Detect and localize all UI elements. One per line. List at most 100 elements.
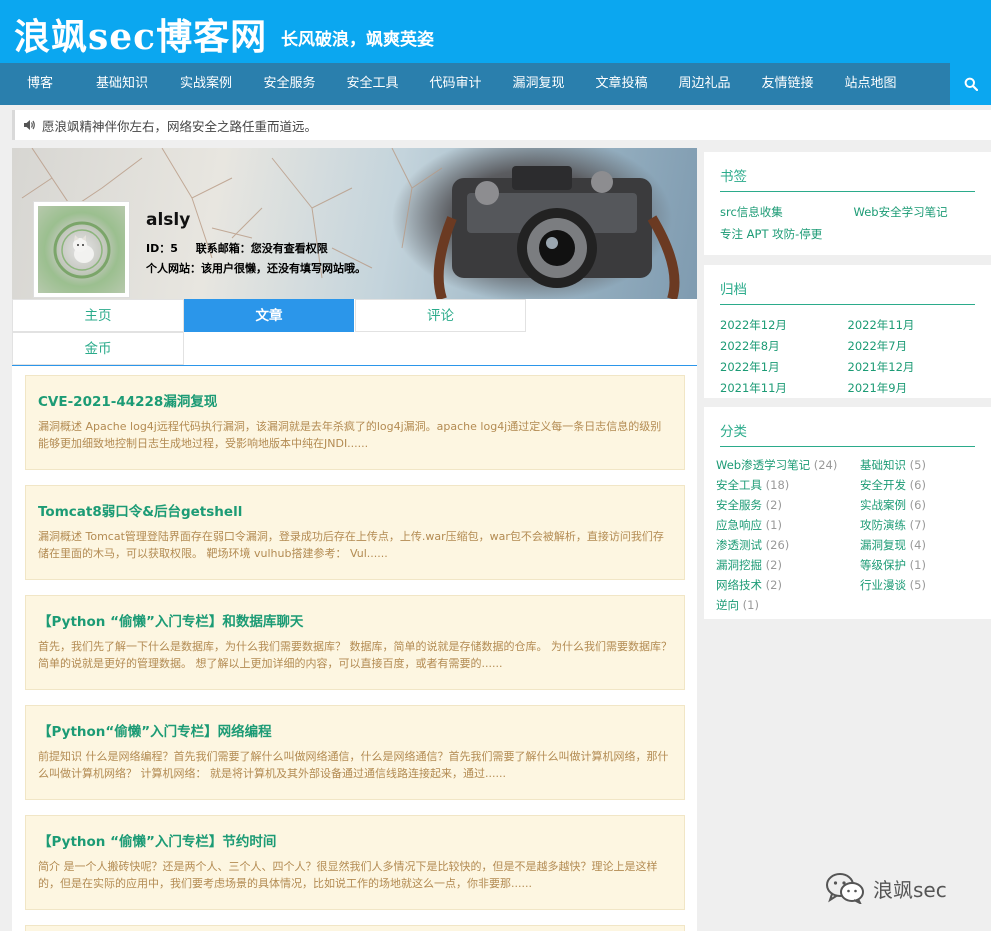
nav-item-tools[interactable]: 安全工具 — [331, 63, 414, 105]
archive-link[interactable]: 2021年12月 — [848, 359, 976, 375]
category-link[interactable]: 行业漫谈 (5) — [860, 577, 975, 593]
tab-articles[interactable]: 文章 — [184, 299, 354, 332]
archive-list: 2022年12月 2022年11月 2022年8月 2022年7月 2022年1… — [720, 317, 975, 396]
post-title[interactable]: 【Python “偷懒”入门专栏】节约时间 — [38, 830, 672, 850]
profile-site-value: 该用户很懒，还没有填写网站哦。 — [201, 262, 366, 275]
category-link[interactable]: 逆向 (1) — [716, 597, 860, 613]
archive-link[interactable]: 2022年8月 — [720, 338, 848, 354]
profile-email-value: 您没有查看权限 — [250, 242, 328, 255]
category-link[interactable]: 等级保护 (1) — [860, 557, 975, 573]
post-title[interactable]: CVE-2021-44228漏洞复现 — [38, 390, 672, 410]
category-name[interactable]: 网络技术 — [716, 578, 762, 592]
tab-coins[interactable]: 金币 — [12, 332, 184, 365]
avatar[interactable] — [33, 201, 130, 298]
post-excerpt: 首先，我们先了解一下什么是数据库，为什么我们需要数据库？ 数据库，简单的说就是存… — [38, 640, 672, 670]
archive-link[interactable]: 2022年11月 — [848, 317, 976, 333]
category-link[interactable]: Web渗透学习笔记 (24) — [716, 457, 860, 473]
category-count: (1) — [909, 558, 926, 572]
bookmarks-widget: 书签 src信息收集 Web安全学习笔记 专注 APT 攻防-停更 — [704, 152, 991, 255]
category-link[interactable]: 安全服务 (2) — [716, 497, 860, 513]
nav-item-services[interactable]: 安全服务 — [248, 63, 331, 105]
bookmark-link[interactable]: src信息收集 — [720, 204, 848, 220]
nav-item-sitemap[interactable]: 站点地图 — [829, 63, 912, 105]
category-link[interactable]: 应急响应 (1) — [716, 517, 860, 533]
archive-link[interactable]: 2022年7月 — [848, 338, 976, 354]
category-link[interactable]: 安全工具 (18) — [716, 477, 860, 493]
category-name[interactable]: 漏洞挖掘 — [716, 558, 762, 572]
category-count: (1) — [742, 598, 759, 612]
post-excerpt: 漏洞概述 Apache log4j远程代码执行漏洞，该漏洞就是去年杀疯了的log… — [38, 420, 662, 450]
category-count: (2) — [765, 578, 782, 592]
nav-item-links[interactable]: 友情链接 — [746, 63, 829, 105]
category-name[interactable]: 应急响应 — [716, 518, 762, 532]
nav-item-code-audit[interactable]: 代码审计 — [414, 63, 497, 105]
category-name[interactable]: 安全服务 — [716, 498, 762, 512]
category-name[interactable]: 漏洞复现 — [860, 538, 906, 552]
category-name[interactable]: Web渗透学习笔记 — [716, 458, 810, 472]
archive-link[interactable]: 2021年9月 — [848, 380, 976, 396]
profile-site-line: 个人网站：该用户很懒，还没有填写网站哦。 — [146, 260, 366, 276]
nav-items: 博客 基础知识 实战案例 安全服务 安全工具 代码审计 漏洞复现 文章投稿 周边… — [0, 63, 950, 105]
post-card-partial[interactable] — [25, 925, 685, 931]
category-name[interactable]: 逆向 — [716, 598, 739, 612]
post-card[interactable]: CVE-2021-44228漏洞复现 漏洞概述 Apache log4j远程代码… — [25, 375, 685, 470]
category-count: (2) — [765, 498, 782, 512]
post-card[interactable]: 【Python “偷懒”入门专栏】节约时间 简介 是一个人搬砖快呢？还是两个人、… — [25, 815, 685, 910]
category-link[interactable]: 基础知识 (5) — [860, 457, 975, 473]
nav-item-gifts[interactable]: 周边礼品 — [663, 63, 746, 105]
category-name[interactable]: 实战案例 — [860, 498, 906, 512]
post-card[interactable]: Tomcat8弱口令&后台getshell 漏洞概述 Tomcat管理登陆界面存… — [25, 485, 685, 580]
post-title[interactable]: Tomcat8弱口令&后台getshell — [38, 500, 672, 520]
category-count: (2) — [765, 558, 782, 572]
tab-comments[interactable]: 评论 — [355, 299, 526, 332]
category-count: (5) — [909, 578, 926, 592]
category-name[interactable]: 等级保护 — [860, 558, 906, 572]
post-title[interactable]: 【Python“偷懒”入门专栏】网络编程 — [38, 720, 672, 740]
archive-link[interactable]: 2021年11月 — [720, 380, 848, 396]
main-nav: 博客 基础知识 实战案例 安全服务 安全工具 代码审计 漏洞复现 文章投稿 周边… — [0, 63, 991, 105]
post-card[interactable]: 【Python “偷懒”入门专栏】和数据库聊天 首先，我们先了解一下什么是数据库… — [25, 595, 685, 690]
site-title[interactable]: 浪飒sec博客网 — [14, 8, 267, 60]
main-content: alsly ID：5 联系邮箱：您没有查看权限 个人网站：该用户很懒，还没有填写… — [12, 148, 697, 931]
nav-item-cases[interactable]: 实战案例 — [164, 63, 248, 105]
category-name[interactable]: 渗透测试 — [716, 538, 762, 552]
nav-item-vuln-repro[interactable]: 漏洞复现 — [497, 63, 580, 105]
camera-illustration — [433, 166, 680, 299]
post-title[interactable]: 【Python “偷懒”入门专栏】和数据库聊天 — [38, 610, 672, 630]
tab-home[interactable]: 主页 — [12, 299, 184, 332]
category-count: (24) — [813, 458, 838, 472]
bookmark-link[interactable]: 专注 APT 攻防-停更 — [720, 226, 848, 242]
categories-list: Web渗透学习笔记 (24) 基础知识 (5) 安全工具 (18) 安全开发 (… — [716, 457, 975, 613]
bookmark-link[interactable]: Web安全学习笔记 — [848, 204, 976, 220]
speaker-icon — [24, 120, 35, 130]
category-link[interactable]: 网络技术 (2) — [716, 577, 860, 593]
post-excerpt: 前提知识 什么是网络编程？首先我们需要了解什么叫做网络通信，什么是网络通信？首先… — [38, 750, 669, 780]
category-link[interactable]: 漏洞复现 (4) — [860, 537, 975, 553]
category-name[interactable]: 安全工具 — [716, 478, 762, 492]
category-name[interactable]: 攻防演练 — [860, 518, 906, 532]
site-subtitle: 长风破浪，飒爽英姿 — [281, 30, 434, 50]
category-link[interactable]: 渗透测试 (26) — [716, 537, 860, 553]
category-link[interactable]: 漏洞挖掘 (2) — [716, 557, 860, 573]
category-count: (6) — [909, 478, 926, 492]
category-link[interactable]: 攻防演练 (7) — [860, 517, 975, 533]
nav-item-basics[interactable]: 基础知识 — [80, 63, 164, 105]
post-excerpt: 漏洞概述 Tomcat管理登陆界面存在弱口令漏洞，登录成功后存在上传点，上传.w… — [38, 530, 664, 560]
category-name[interactable]: 基础知识 — [860, 458, 906, 472]
category-link[interactable]: 安全开发 (6) — [860, 477, 975, 493]
post-card[interactable]: 【Python“偷懒”入门专栏】网络编程 前提知识 什么是网络编程？首先我们需要… — [25, 705, 685, 800]
kitten-icon — [53, 221, 110, 278]
wechat-icon — [826, 873, 864, 904]
archive-widget: 归档 2022年12月 2022年11月 2022年8月 2022年7月 202… — [704, 265, 991, 398]
nav-item-submit[interactable]: 文章投稿 — [580, 63, 663, 105]
archive-link[interactable]: 2022年1月 — [720, 359, 848, 375]
category-name[interactable]: 行业漫谈 — [860, 578, 906, 592]
category-link[interactable]: 实战案例 (6) — [860, 497, 975, 513]
archive-link[interactable]: 2022年12月 — [720, 317, 848, 333]
category-name[interactable]: 安全开发 — [860, 478, 906, 492]
site-header: 浪飒sec博客网 长风破浪，飒爽英姿 — [0, 0, 991, 63]
nav-item-blog[interactable]: 博客 — [0, 63, 80, 105]
search-button[interactable] — [950, 63, 991, 105]
notice-bar: 愿浪飒精神伴你左右，网络安全之路任重而道远。 — [12, 110, 991, 140]
category-count: (4) — [909, 538, 926, 552]
